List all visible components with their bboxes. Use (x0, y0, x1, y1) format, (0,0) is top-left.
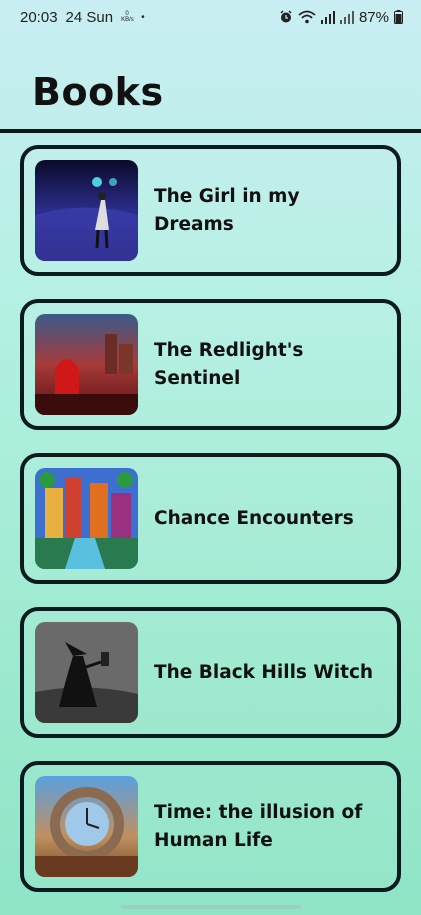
signal-icon (320, 10, 335, 24)
title-divider (0, 129, 421, 133)
notification-dot: • (141, 11, 145, 23)
girl-dreams-cover-icon (35, 160, 138, 261)
book-title: The Black Hills Witch (154, 661, 374, 683)
book-card[interactable]: Time: the illusion of Human Life (20, 761, 401, 892)
net-speed-indicator: 0 KB/s (121, 11, 134, 23)
black-hills-witch-cover-icon (35, 622, 138, 723)
chance-encounters-cover-icon (35, 468, 138, 569)
status-time: 20:03 (20, 8, 58, 26)
status-right: 87% (279, 9, 403, 26)
status-date: 24 Sun (65, 8, 114, 26)
book-title: Time: the illusion of Human Life (154, 801, 363, 851)
signal-icon-2 (339, 10, 354, 24)
home-indicator[interactable] (120, 905, 301, 909)
redlight-sentinel-cover-icon (35, 314, 138, 415)
book-card[interactable]: Chance Encounters (20, 453, 401, 584)
wifi-icon (298, 10, 316, 24)
book-card[interactable]: The Girl in my Dreams (20, 145, 401, 276)
alarm-icon (279, 10, 293, 24)
book-card[interactable]: The Redlight's Sentinel (20, 299, 401, 430)
battery-icon (394, 10, 403, 24)
time-illusion-cover-icon (35, 776, 138, 877)
book-title: The Redlight's Sentinel (154, 339, 304, 389)
battery-percent: 87% (358, 8, 389, 26)
book-card[interactable]: The Black Hills Witch (20, 607, 401, 738)
page-title: Books (32, 70, 164, 114)
book-title: Chance Encounters (154, 507, 354, 529)
book-title: The Girl in my Dreams (154, 185, 300, 235)
status-bar: 20:03 24 Sun 0 KB/s • 87% (0, 0, 421, 34)
status-left: 20:03 24 Sun 0 KB/s • (20, 9, 145, 26)
book-list: The Girl in my Dreams The Redlight's Sen… (20, 145, 401, 915)
